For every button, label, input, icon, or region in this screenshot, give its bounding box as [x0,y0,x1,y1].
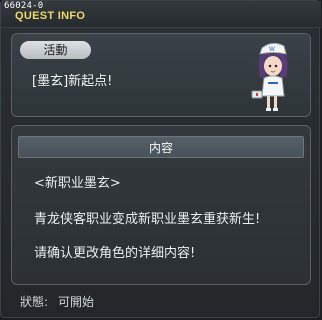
content-header: 内容 [18,136,304,158]
status-label: 狀態: [20,295,49,309]
npc-portrait-icon: W [251,42,288,111]
window-title: QUEST INFO [15,10,86,22]
content-line-1: <新职业墨玄> [34,176,121,191]
content-line-2: 青龙侠客职业变成新职业墨玄重获新生! [34,212,261,227]
svg-text:W: W [269,46,275,53]
content-line-3: 请确认更改角色的详细内容! [34,246,196,261]
quest-summary-panel: 活動 [墨玄]新起点! W [11,33,311,117]
quest-info-window: 66024-0 QUEST INFO 活動 [墨玄]新起点! W 内容 <新职业… [0,0,321,318]
quest-content-panel: 内容 <新职业墨玄> 青龙侠客职业变成新职业墨玄重获新生! 请确认更改角色的详细… [11,125,311,285]
title-bar: 66024-0 QUEST INFO [1,1,321,28]
quest-type-badge: 活動 [20,41,91,59]
status-value: 可開始 [58,295,95,309]
quest-title: [墨玄]新起点! [32,74,113,89]
